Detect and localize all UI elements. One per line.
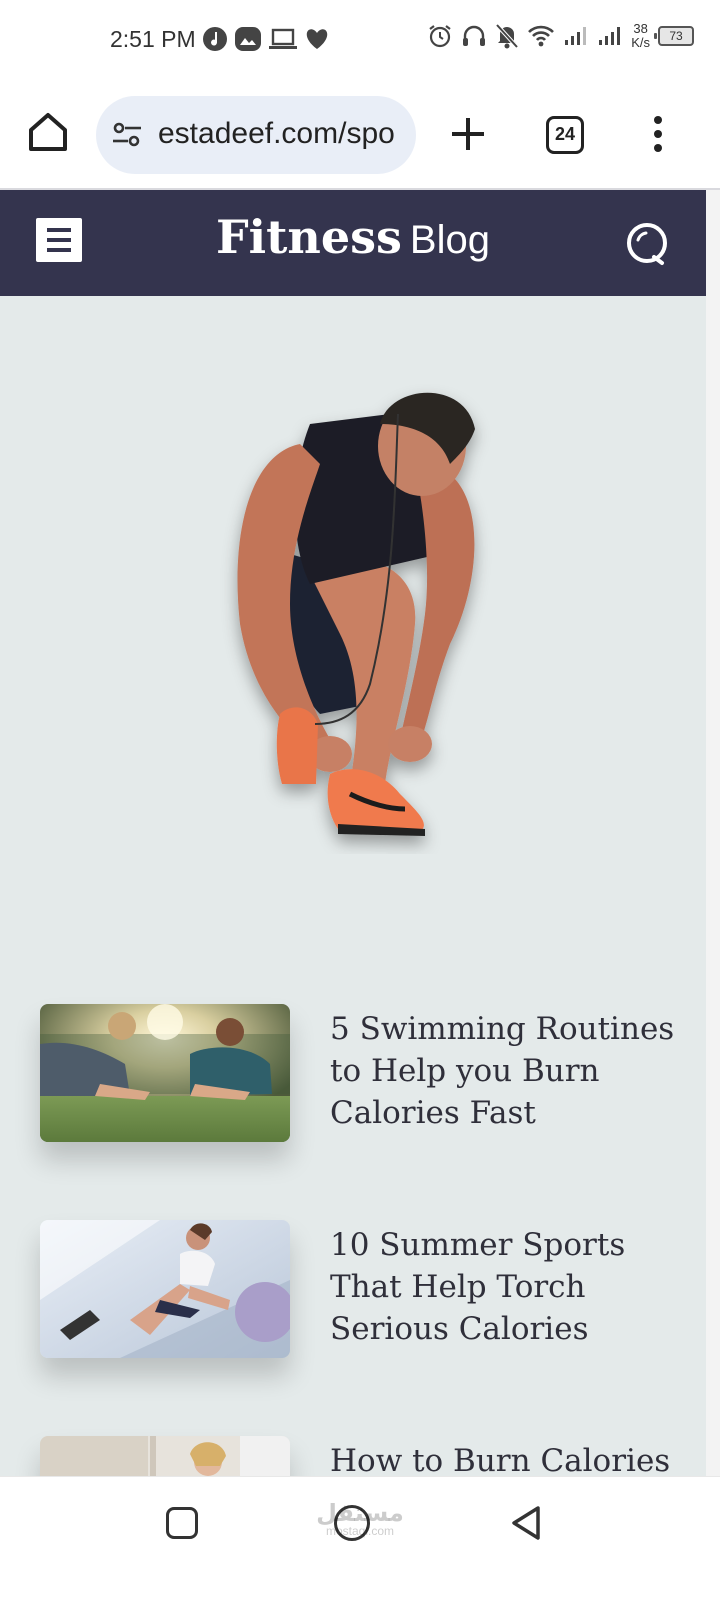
post-thumbnail[interactable] xyxy=(40,1436,290,1476)
post-thumbnail[interactable] xyxy=(40,1004,290,1142)
site-title-bold: Fitness xyxy=(216,210,402,264)
back-icon[interactable] xyxy=(506,1503,546,1543)
site-header: Fitness Blog xyxy=(0,190,706,296)
network-speed: 38 K/s xyxy=(631,22,650,50)
post-title[interactable]: 5 Swimming Routines to Help you Burn Cal… xyxy=(330,1008,680,1134)
gallery-icon xyxy=(235,27,261,51)
status-bar: 2:51 PM 38 K/s 73 xyxy=(0,0,720,80)
more-menu-icon[interactable] xyxy=(648,114,668,154)
watermark: مستقل mostaql.com xyxy=(300,1499,420,1538)
site-settings-icon[interactable] xyxy=(112,121,142,149)
search-icon[interactable] xyxy=(624,220,670,266)
url-text[interactable]: estadeef.com/spo xyxy=(158,117,395,151)
network-speed-value: 38 xyxy=(633,21,648,36)
watermark-arabic: مستقل xyxy=(316,1500,404,1527)
tab-switcher-button[interactable]: 24 xyxy=(546,116,584,154)
post-title[interactable]: 10 Summer Sports That Help Torch Serious… xyxy=(330,1224,680,1350)
post-title[interactable]: How to Burn Calories xyxy=(330,1440,680,1476)
site-title-light: Blog xyxy=(409,218,490,262)
signal-icon xyxy=(599,27,621,45)
couple-plank-photo xyxy=(40,1004,290,1142)
main-content: 5 Swimming Routines to Help you Burn Cal… xyxy=(0,296,706,1476)
new-tab-icon[interactable] xyxy=(448,114,488,154)
notification-icons xyxy=(202,26,330,52)
list-item[interactable]: How to Burn Calories xyxy=(40,1436,680,1476)
bell-off-icon xyxy=(495,23,519,49)
wifi-icon xyxy=(528,25,555,47)
laptop-icon xyxy=(269,28,297,49)
battery-indicator: 73 xyxy=(654,26,694,46)
home-icon[interactable] xyxy=(26,110,70,154)
site-logo[interactable]: Fitness Blog xyxy=(0,210,706,264)
heart-icon xyxy=(306,29,328,49)
woman-indoor-photo xyxy=(40,1436,290,1476)
list-item[interactable]: 5 Swimming Routines to Help you Burn Cal… xyxy=(40,1004,680,1154)
post-thumbnail[interactable] xyxy=(40,1220,290,1358)
signal-icon xyxy=(565,27,587,45)
list-item[interactable]: 10 Summer Sports That Help Torch Serious… xyxy=(40,1220,680,1370)
network-speed-unit: K/s xyxy=(631,35,650,50)
page-scrollbar[interactable] xyxy=(706,190,720,1476)
recents-icon[interactable] xyxy=(166,1507,198,1539)
browser-toolbar: estadeef.com/spo 24 xyxy=(0,80,720,190)
woman-stretching-photo xyxy=(40,1220,290,1358)
system-navigation-bar: مستقل mostaql.com xyxy=(0,1476,720,1600)
hero-athlete-image xyxy=(237,392,475,836)
status-time: 2:51 PM xyxy=(110,26,196,52)
alarm-icon xyxy=(429,25,451,48)
music-icon xyxy=(203,27,227,51)
headphones-icon xyxy=(463,25,486,46)
address-bar[interactable]: estadeef.com/spo xyxy=(96,96,416,174)
system-icons: 38 K/s 73 xyxy=(427,22,694,50)
